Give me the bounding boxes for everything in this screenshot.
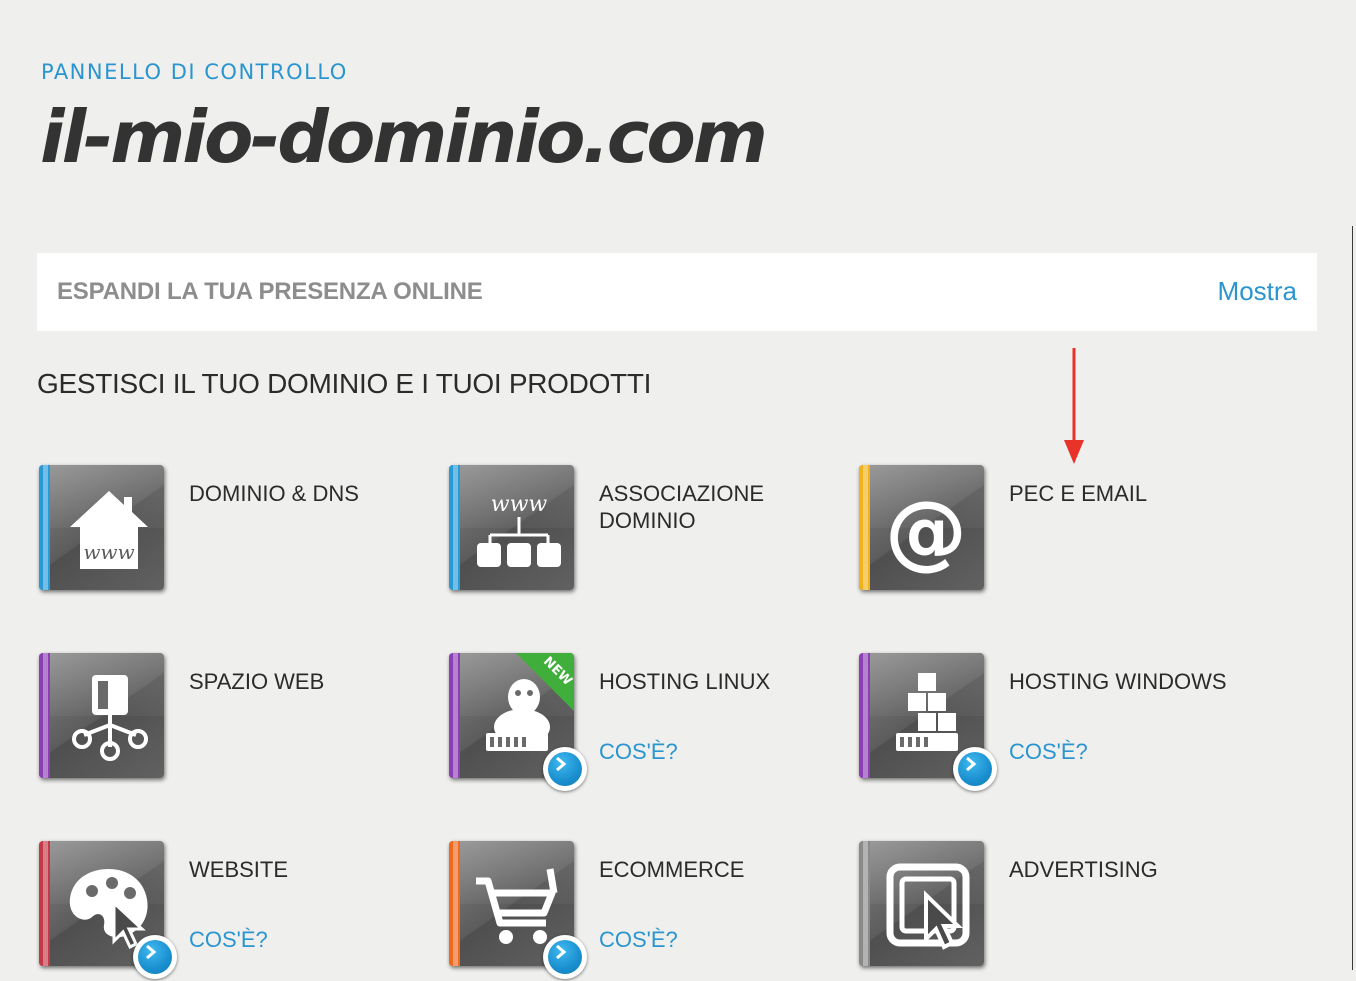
info-link[interactable]: COS'È? [599,739,678,765]
product-pec-email: @ PEC E EMAIL [859,465,1249,605]
product-label[interactable]: ADVERTISING [1009,856,1239,883]
www-home-icon: www [70,491,148,569]
server-nodes-icon [72,675,148,761]
svg-text:@: @ [885,484,967,577]
at-sign-icon: @ [885,484,967,577]
hosting-linux-go-button[interactable] [543,747,587,791]
product-label[interactable]: PEC E EMAIL [1009,480,1239,507]
click-frame-icon [886,863,970,950]
product-label[interactable]: ECOMMERCE [599,856,829,883]
chevron-right-icon [966,757,977,771]
website-go-button[interactable] [133,935,177,979]
product-hosting-windows: HOSTING WINDOWS COS'È? [859,653,1249,793]
spazio-web-tile[interactable] [39,653,164,778]
panel-eyebrow: PANNELLO DI CONTROLLO [41,60,348,84]
domain-title: il-mio-dominio.com [40,95,768,179]
product-associazione-dominio: www ASSOCIAZIONE DOMINIO [449,465,839,605]
ecommerce-go-button[interactable] [543,935,587,979]
new-badge: NEW [516,653,574,711]
product-spazio-web: SPAZIO WEB [39,653,429,793]
product-hosting-linux: NEW HOSTING LINUX COS'È? [449,653,839,793]
product-ecommerce: ECOMMERCE COS'È? [449,841,839,981]
svg-text:www: www [491,492,548,517]
svg-text:www: www [83,540,134,564]
chevron-right-icon [556,757,567,771]
info-link[interactable]: COS'È? [1009,739,1088,765]
product-label[interactable]: DOMINIO & DNS [189,480,419,507]
advertising-tile[interactable] [859,841,984,966]
page-divider [1352,226,1353,970]
product-label[interactable]: HOSTING LINUX [599,668,829,695]
info-link[interactable]: COS'È? [599,927,678,953]
www-network-icon: www [477,492,561,567]
section-title: GESTISCI IL TUO DOMINIO E I TUOI PRODOTT… [37,368,652,399]
product-advertising: ADVERTISING [859,841,1249,981]
info-link[interactable]: COS'È? [189,927,268,953]
chevron-right-icon [146,945,157,959]
product-label[interactable]: SPAZIO WEB [189,668,419,695]
product-website: WEBSITE COS'È? [39,841,429,981]
dominio-dns-tile[interactable]: www [39,465,164,590]
expand-presence-banner: ESPANDI LA TUA PRESENZA ONLINE Mostra [37,253,1317,331]
show-link[interactable]: Mostra [1218,276,1297,307]
product-dominio-dns: www DOMINIO & DNS [39,465,429,605]
product-label[interactable]: WEBSITE [189,856,419,883]
banner-title: ESPANDI LA TUA PRESENZA ONLINE [57,278,483,305]
chevron-right-icon [556,945,567,959]
product-label[interactable]: ASSOCIAZIONE DOMINIO [599,480,829,534]
product-label[interactable]: HOSTING WINDOWS [1009,668,1239,695]
pec-email-tile[interactable]: @ [859,465,984,590]
hosting-windows-go-button[interactable] [953,747,997,791]
annotation-arrow-icon [1064,348,1084,464]
associazione-dominio-tile[interactable]: www [449,465,574,590]
